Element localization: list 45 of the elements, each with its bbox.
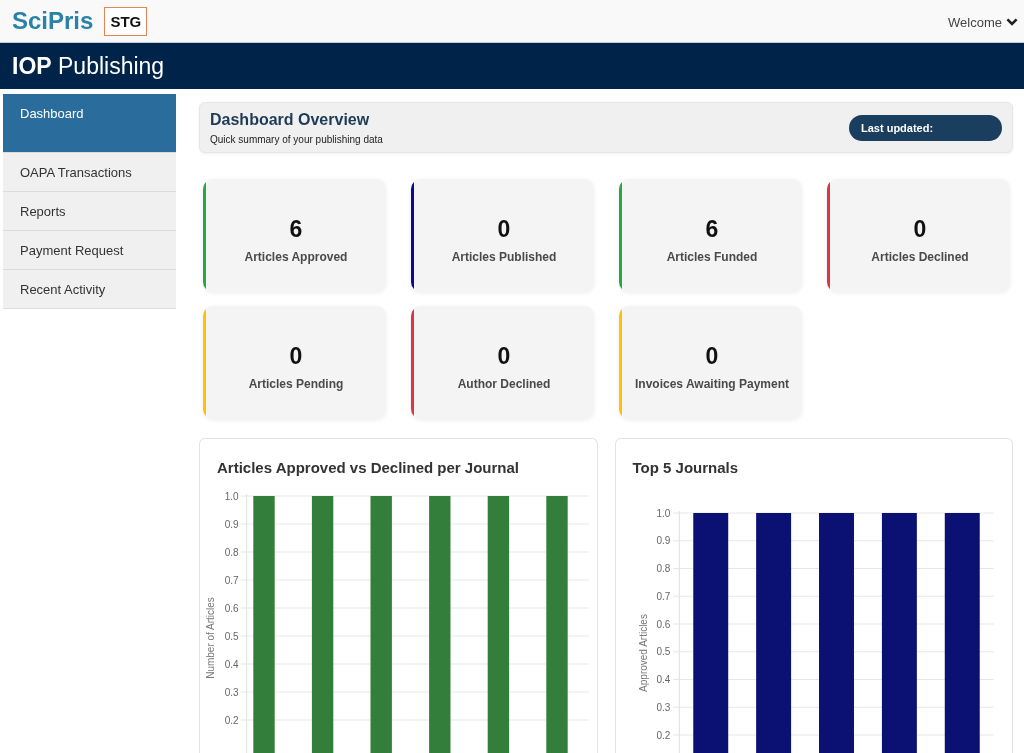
user-menu-button[interactable]: Welcome	[948, 14, 1018, 30]
stat-label: Author Declined	[457, 376, 551, 392]
stat-label: Invoices Awaiting Payment	[634, 376, 790, 392]
nav-item[interactable]: Dashboard	[3, 94, 176, 153]
y-tick-label: 0.8	[655, 563, 670, 574]
y-tick-label: 0.5	[655, 646, 670, 658]
stat-label: Articles Published	[451, 249, 557, 265]
publisher-logo: IOP Publishing	[12, 52, 165, 80]
stat-label: Articles Pending	[248, 376, 344, 392]
chart-title: Articles Approved vs Declined per Journal	[217, 458, 521, 478]
stat-label: Articles Funded	[666, 249, 758, 265]
y-tick-label: 0.4	[655, 674, 670, 685]
chevron-down-icon	[1006, 18, 1018, 26]
stat-value: 0	[497, 342, 511, 370]
y-tick-label: 0.3	[655, 701, 670, 713]
chart-title: Top 5 Journals	[632, 458, 740, 478]
y-tick-label: 0.3	[224, 686, 239, 698]
y-tick-label: 0.7	[655, 590, 670, 602]
y-tick-label: 0.6	[224, 602, 239, 614]
y-tick-label: 0.2	[224, 714, 239, 726]
overview-subtitle: Quick summary of your publishing data	[210, 132, 383, 146]
stat-label: Articles Approved	[244, 249, 348, 265]
stat-value: 0	[913, 215, 927, 243]
y-tick-label: 0.6	[655, 618, 670, 630]
environment-badge: STG	[104, 6, 148, 36]
last-updated-badge: Last updated:	[849, 114, 1002, 141]
y-axis-label: Approved Articles	[637, 614, 648, 692]
y-tick-label: 0.5	[224, 630, 239, 642]
y-tick-label: 1.0	[655, 507, 670, 519]
stat-label: Articles Declined	[871, 249, 969, 265]
stat-value: 0	[497, 215, 511, 243]
stat-value: 0	[705, 342, 719, 370]
stat-value: 0	[289, 342, 303, 370]
y-tick-label: 0.7	[224, 574, 239, 586]
stat-value: 6	[705, 215, 719, 243]
y-tick-label: 0.9	[655, 535, 670, 547]
stat-value: 6	[289, 215, 303, 243]
y-tick-label: 0.8	[224, 546, 239, 558]
y-tick-label: 0.2	[655, 729, 670, 741]
y-axis-label: Number of Articles	[204, 597, 216, 679]
y-tick-label: 0.4	[224, 658, 239, 670]
y-tick-label: 0.9	[224, 518, 239, 530]
overview-title: Dashboard Overview	[210, 109, 371, 129]
y-tick-label: 1.0	[224, 490, 239, 502]
app-logo: SciPris	[12, 7, 94, 35]
